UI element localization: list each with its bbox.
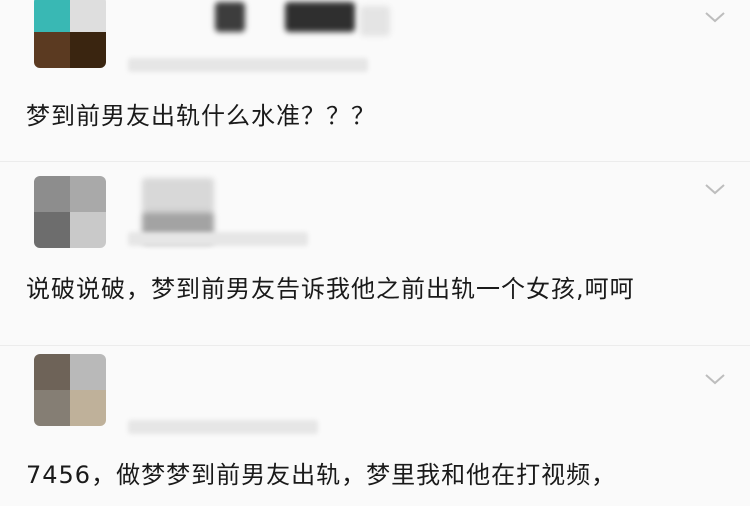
avatar-tile — [34, 0, 70, 32]
avatar-tile — [70, 0, 106, 32]
avatar-tile — [34, 176, 70, 212]
blurred-meta — [128, 420, 318, 434]
avatar-tile — [70, 32, 106, 68]
avatar[interactable] — [34, 176, 106, 248]
comment-text: 梦到前男友出轨什么水准？？？ — [26, 102, 376, 130]
avatar-tile — [70, 176, 106, 212]
chevron-down-icon[interactable] — [704, 372, 726, 386]
blurred-meta — [128, 58, 368, 72]
avatar-tile — [34, 32, 70, 68]
chevron-down-icon[interactable] — [704, 10, 726, 24]
avatar[interactable] — [34, 354, 106, 426]
avatar-tile — [34, 212, 70, 248]
comment-item: 梦到前男友出轨什么水准？？？ — [0, 0, 750, 160]
avatar-tile — [70, 354, 106, 390]
comment-item: 说破说破，梦到前男友告诉我他之前出轨一个女孩,呵呵 — [0, 162, 750, 344]
avatar-tile — [34, 354, 70, 390]
blurred-meta — [128, 232, 308, 246]
avatar-tile — [70, 390, 106, 426]
comment-text: 7456，做梦梦到前男友出轨，梦里我和他在打视频， — [26, 461, 617, 489]
avatar[interactable] — [34, 0, 106, 68]
comment-item: 7456，做梦梦到前男友出轨，梦里我和他在打视频， — [0, 346, 750, 506]
avatar-tile — [70, 212, 106, 248]
comment-text: 说破说破，梦到前男友告诉我他之前出轨一个女孩,呵呵 — [26, 275, 635, 303]
avatar-tile — [34, 390, 70, 426]
chevron-down-icon[interactable] — [704, 182, 726, 196]
